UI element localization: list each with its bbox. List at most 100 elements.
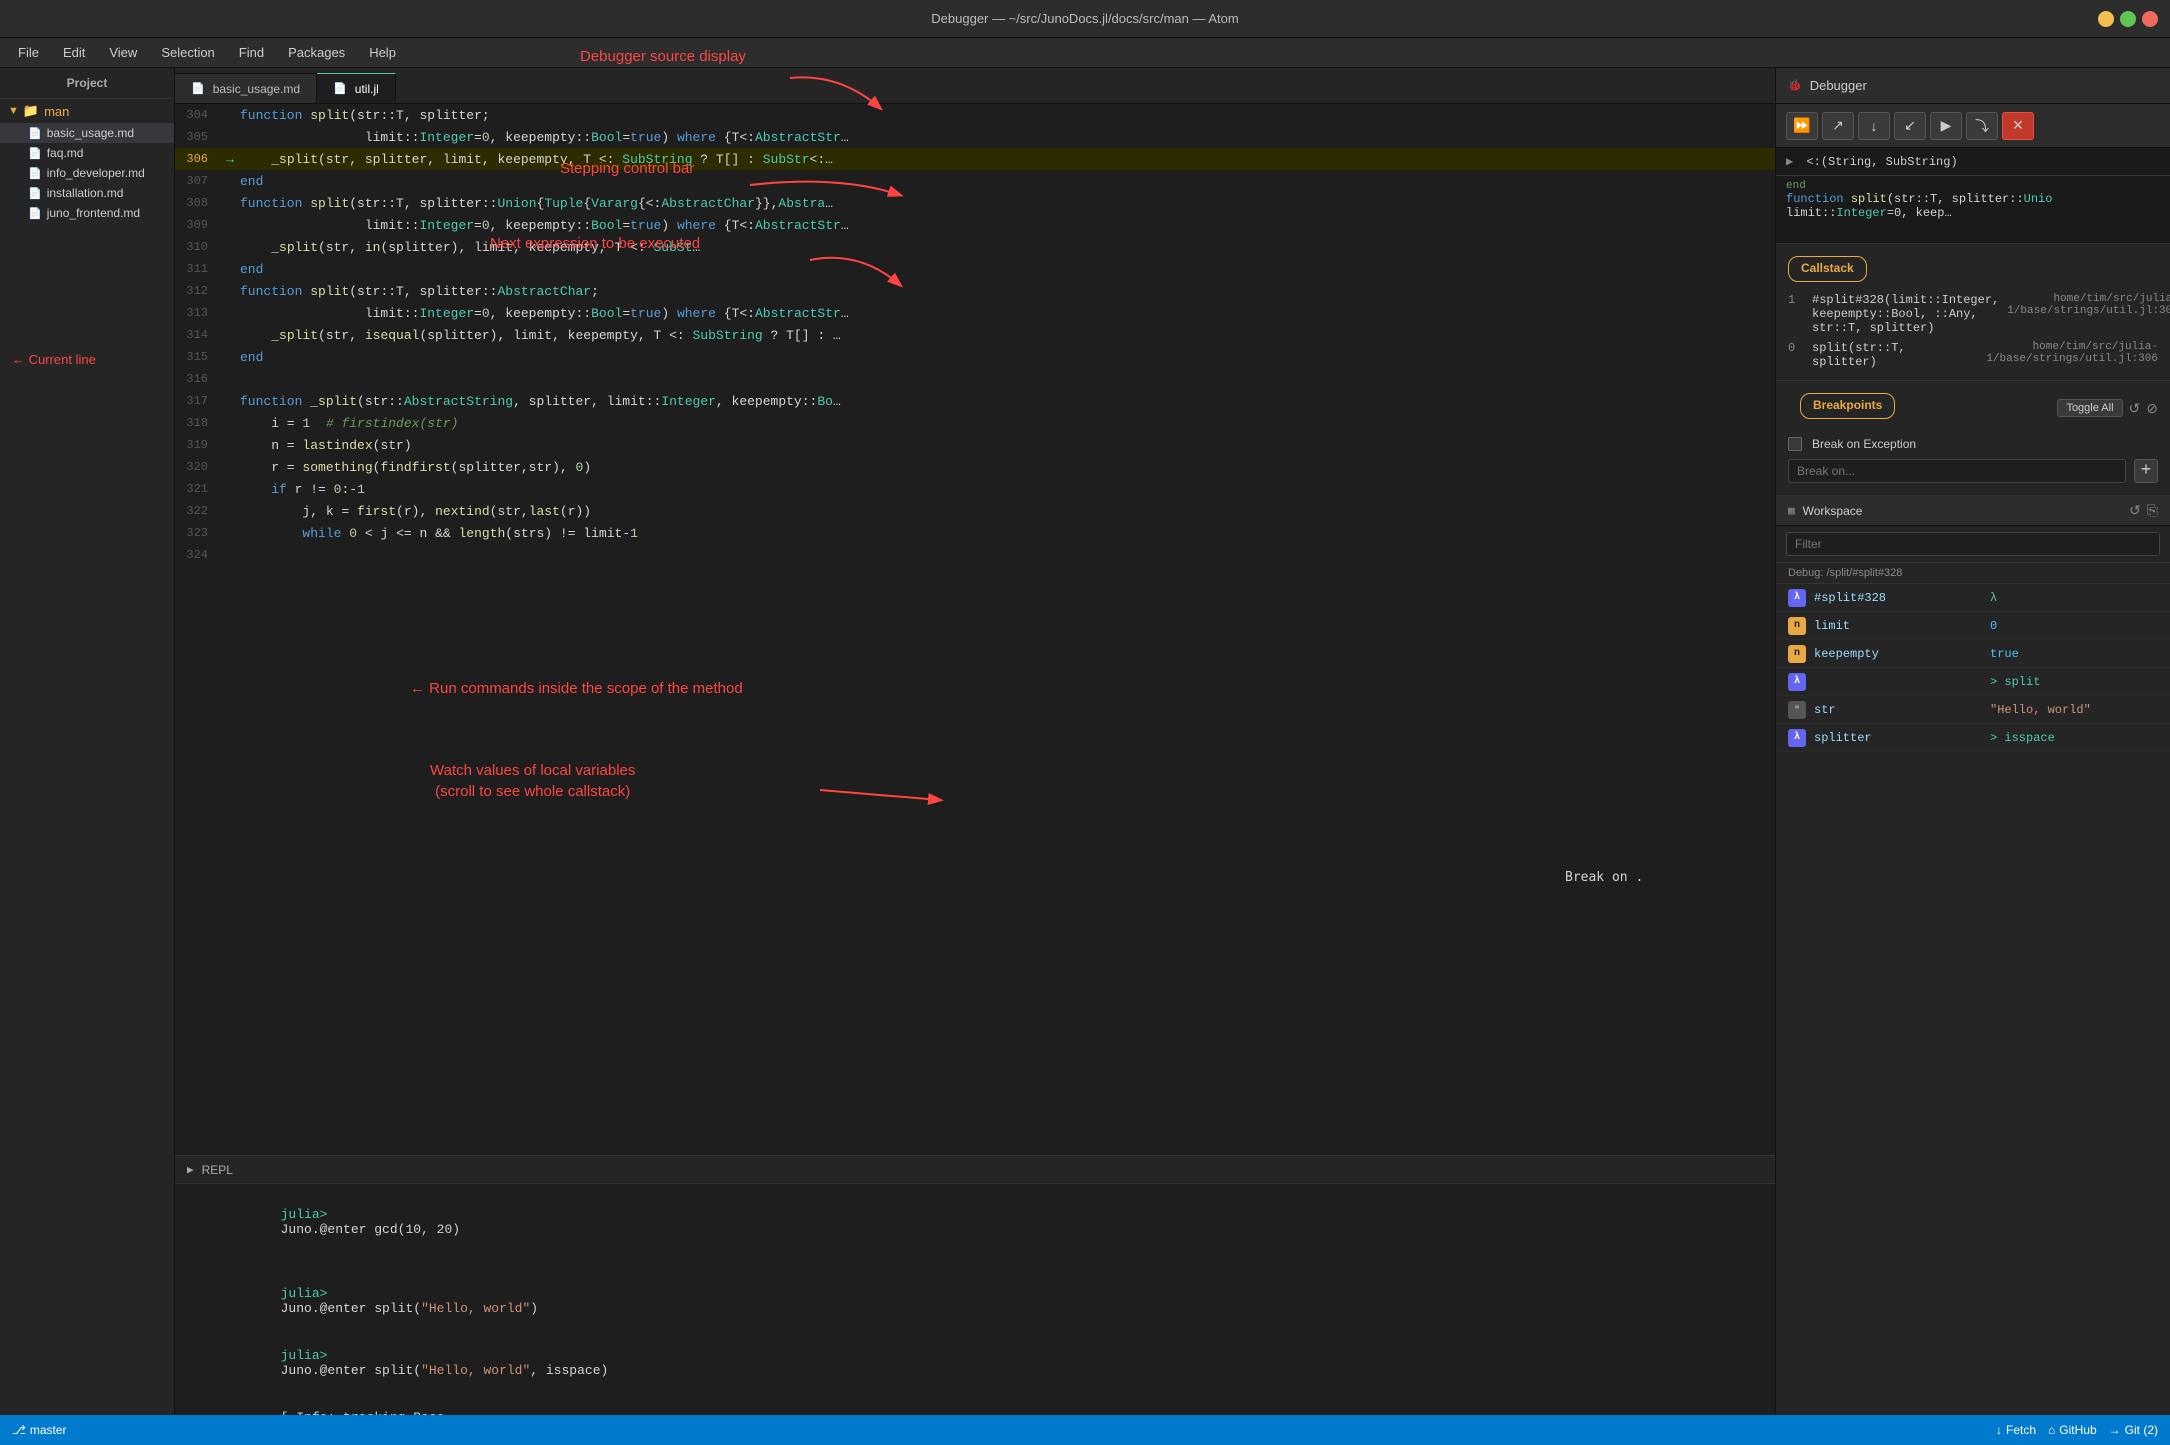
code-line-308: 308 function split(str::T, splitter::Uni… — [175, 192, 1775, 214]
break-on-input[interactable] — [1788, 459, 2126, 483]
menu-help[interactable]: Help — [359, 41, 406, 64]
line-number: 315 — [175, 350, 220, 364]
menu-view[interactable]: View — [99, 41, 147, 64]
callstack-file: home/tim/src/julia- 1/base/strings/util.… — [1986, 341, 2158, 365]
menu-edit[interactable]: Edit — [53, 41, 95, 64]
workspace-filter-input[interactable] — [1786, 532, 2160, 556]
ws-var-name: str — [1814, 703, 1982, 717]
break-on-exception-item[interactable]: Break on Exception — [1776, 433, 2170, 455]
workspace-row-split[interactable]: λ #split#328 λ — [1776, 584, 2170, 612]
fetch-icon: ↓ — [1996, 1423, 2002, 1437]
ws-var-name: #split#328 — [1814, 591, 1982, 605]
workspace-row-splitter[interactable]: λ splitter > isspace — [1776, 724, 2170, 752]
step-over-button[interactable]: ↙ — [1894, 112, 1926, 140]
window-controls — [2098, 11, 2158, 27]
ws-var-name: splitter — [1814, 731, 1982, 745]
maximize-button[interactable] — [2120, 11, 2136, 27]
step-back-button[interactable]: ⤵ — [1966, 112, 1998, 140]
type-badge-lambda: λ — [1788, 729, 1806, 747]
git-icon: → — [2109, 1423, 2121, 1437]
add-breakpoint-button[interactable]: + — [2134, 459, 2158, 483]
workspace-table: λ #split#328 λ n limit 0 n keepempty tru… — [1776, 584, 2170, 1445]
next-button[interactable]: ▶ — [1930, 112, 1962, 140]
center-panel: 📄 basic_usage.md 📄 util.jl 304 function … — [175, 68, 1775, 1445]
sidebar-item-installation[interactable]: 📄 installation.md — [0, 183, 174, 203]
ws-var-name: keepempty — [1814, 647, 1982, 661]
console-command: Juno.@enter split("Hello, world") — [281, 1301, 538, 1316]
break-on-exception-checkbox[interactable] — [1788, 437, 1802, 451]
continue-button[interactable]: ⏩ — [1786, 112, 1818, 140]
workspace-header: ▦ Workspace ↺ ⎘ — [1776, 496, 2170, 526]
tab-util-jl[interactable]: 📄 util.jl — [317, 73, 396, 103]
break-on-exception-label: Break on Exception — [1812, 437, 1916, 451]
callstack-entry-1[interactable]: 1 #split#328(limit::Integer, keepempty::… — [1776, 290, 2170, 338]
workspace-copy-button[interactable]: ⎘ — [2147, 502, 2158, 519]
workspace-controls: ↺ ⎘ — [2129, 502, 2158, 519]
toggle-all-button[interactable]: Toggle All — [2057, 399, 2122, 417]
line-number: 304 — [175, 108, 220, 122]
menu-file[interactable]: File — [8, 41, 49, 64]
code-editor[interactable]: 304 function split(str::T, splitter; 305… — [175, 104, 1775, 1155]
workspace-row-keepempty[interactable]: n keepempty true — [1776, 640, 2170, 668]
menu-find[interactable]: Find — [229, 41, 274, 64]
breakpoints-section: Breakpoints Toggle All ↺ ⊘ Break on Exce… — [1776, 381, 2170, 496]
titlebar: Debugger — ~/src/JunoDocs.jl/docs/src/ma… — [0, 0, 2170, 38]
sidebar-title: Project — [0, 68, 174, 99]
status-github[interactable]: ⌂ GitHub — [2048, 1423, 2097, 1437]
clear-button[interactable]: ⊘ — [2146, 399, 2158, 417]
code-line-312: 312 function split(str::T, splitter::Abs… — [175, 280, 1775, 302]
code-line-307: 307 end — [175, 170, 1775, 192]
workspace-row-limit[interactable]: n limit 0 — [1776, 612, 2170, 640]
line-number: 308 — [175, 196, 220, 210]
sidebar-item-info-developer[interactable]: 📄 info_developer.md — [0, 163, 174, 183]
menu-selection[interactable]: Selection — [151, 41, 224, 64]
folder-arrow-icon: ▼ — [8, 105, 19, 117]
callstack-section: Callstack 1 #split#328(limit::Integer, k… — [1776, 244, 2170, 381]
debugger-title: Debugger — [1810, 78, 1867, 93]
sidebar-file-label: faq.md — [47, 146, 84, 160]
step-out-button[interactable]: ↗ — [1822, 112, 1854, 140]
status-fetch[interactable]: ↓ Fetch — [1996, 1423, 2036, 1437]
stop-button[interactable]: ✕ — [2002, 112, 2034, 140]
source-preview-text: <:(String, SubString) — [1806, 155, 1957, 169]
tab-basic-usage[interactable]: 📄 basic_usage.md — [175, 73, 317, 103]
line-content: limit::Integer=0, keepempty::Bool=true) … — [240, 130, 849, 145]
sidebar-item-juno-frontend[interactable]: 📄 juno_frontend.md — [0, 203, 174, 223]
line-number: 316 — [175, 372, 220, 386]
minimize-button[interactable] — [2098, 11, 2114, 27]
workspace-icon: ▦ — [1788, 504, 1795, 518]
line-number: 311 — [175, 262, 220, 276]
code-line-314: 314 _split(str, isequal(splitter), limit… — [175, 324, 1775, 346]
file-icon: 📄 — [28, 127, 42, 140]
code-line-319: 319 n = lastindex(str) — [175, 434, 1775, 456]
line-content: function split(str::T, splitter::Union{T… — [240, 196, 833, 211]
tab-file-icon: 📄 — [333, 82, 347, 95]
debugger-controls: ⏩ ↗ ↓ ↙ ▶ ⤵ ✕ — [1776, 104, 2170, 148]
console-content[interactable]: julia> Juno.@enter gcd(10, 20) julia> Ju… — [175, 1184, 1775, 1445]
workspace-row-lambda[interactable]: λ > split — [1776, 668, 2170, 696]
callstack-fn: #split#328(limit::Integer, — [1812, 293, 1999, 307]
step-into-button[interactable]: ↓ — [1858, 112, 1890, 140]
debugger-panel: 🐞 Debugger ⏩ ↗ ↓ ↙ ▶ ⤵ ✕ ▶ <:(String, Su… — [1775, 68, 2170, 1445]
folder-label: man — [44, 104, 69, 119]
sidebar-item-faq[interactable]: 📄 faq.md — [0, 143, 174, 163]
refresh-button[interactable]: ↺ — [2129, 399, 2141, 417]
ws-var-value: 0 — [1990, 619, 2158, 633]
sidebar-item-basic-usage[interactable]: 📄 basic_usage.md — [0, 123, 174, 143]
callstack-entry-0[interactable]: 0 split(str::T, splitter) home/tim/src/j… — [1776, 338, 2170, 372]
close-button[interactable] — [2142, 11, 2158, 27]
code-line-304: 304 function split(str::T, splitter; — [175, 104, 1775, 126]
main-layout: Project ▼ 📁 man 📄 basic_usage.md 📄 faq.m… — [0, 68, 2170, 1445]
ws-var-value: λ — [1990, 591, 2158, 605]
status-git[interactable]: → Git (2) — [2109, 1423, 2158, 1437]
branch-icon: ⎇ — [12, 1423, 26, 1437]
status-branch[interactable]: ⎇ master — [12, 1423, 67, 1437]
sidebar-folder-man[interactable]: ▼ 📁 man — [0, 99, 174, 123]
line-content: _split(str, isequal(splitter), limit, ke… — [240, 328, 841, 343]
line-content: i = 1 # firstindex(str) — [240, 416, 458, 431]
workspace-row-str[interactable]: " str "Hello, world" — [1776, 696, 2170, 724]
menu-packages[interactable]: Packages — [278, 41, 355, 64]
tab-file-icon: 📄 — [191, 82, 205, 95]
workspace-refresh-button[interactable]: ↺ — [2129, 502, 2141, 519]
ws-var-value: "Hello, world" — [1990, 703, 2158, 717]
